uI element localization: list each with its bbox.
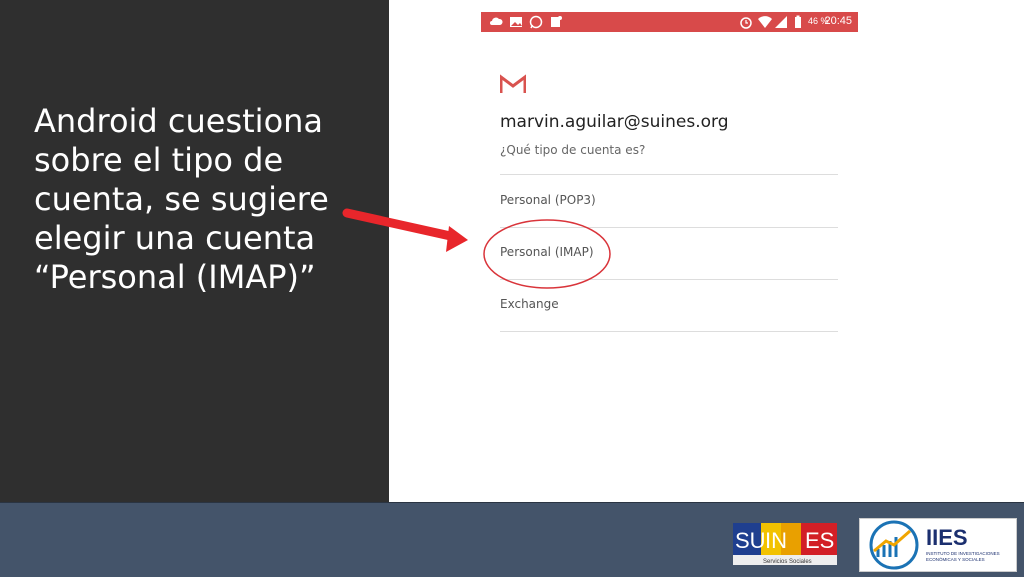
red-arrow-shaft: [342, 208, 460, 242]
svg-text:IN: IN: [765, 528, 787, 553]
svg-text:INSTITUTO DE INVESTIGACIONES: INSTITUTO DE INVESTIGACIONES: [926, 551, 1000, 556]
svg-text:IIES: IIES: [926, 525, 968, 550]
suines-logo-text: SU: [735, 528, 766, 553]
svg-text:ES: ES: [805, 528, 834, 553]
svg-text:Servicios Sociales: Servicios Sociales: [763, 559, 812, 565]
red-arrow-head: [446, 226, 468, 252]
suines-logo: SU IN ES Servicios Sociales: [733, 523, 837, 565]
iies-logo: IIES INSTITUTO DE INVESTIGACIONES ECONÓM…: [859, 518, 1017, 572]
annotation-overlay: [342, 208, 611, 289]
svg-text:ECONÓMICAS Y SOCIALES: ECONÓMICAS Y SOCIALES: [926, 556, 985, 562]
highlight-circle: [483, 219, 611, 289]
